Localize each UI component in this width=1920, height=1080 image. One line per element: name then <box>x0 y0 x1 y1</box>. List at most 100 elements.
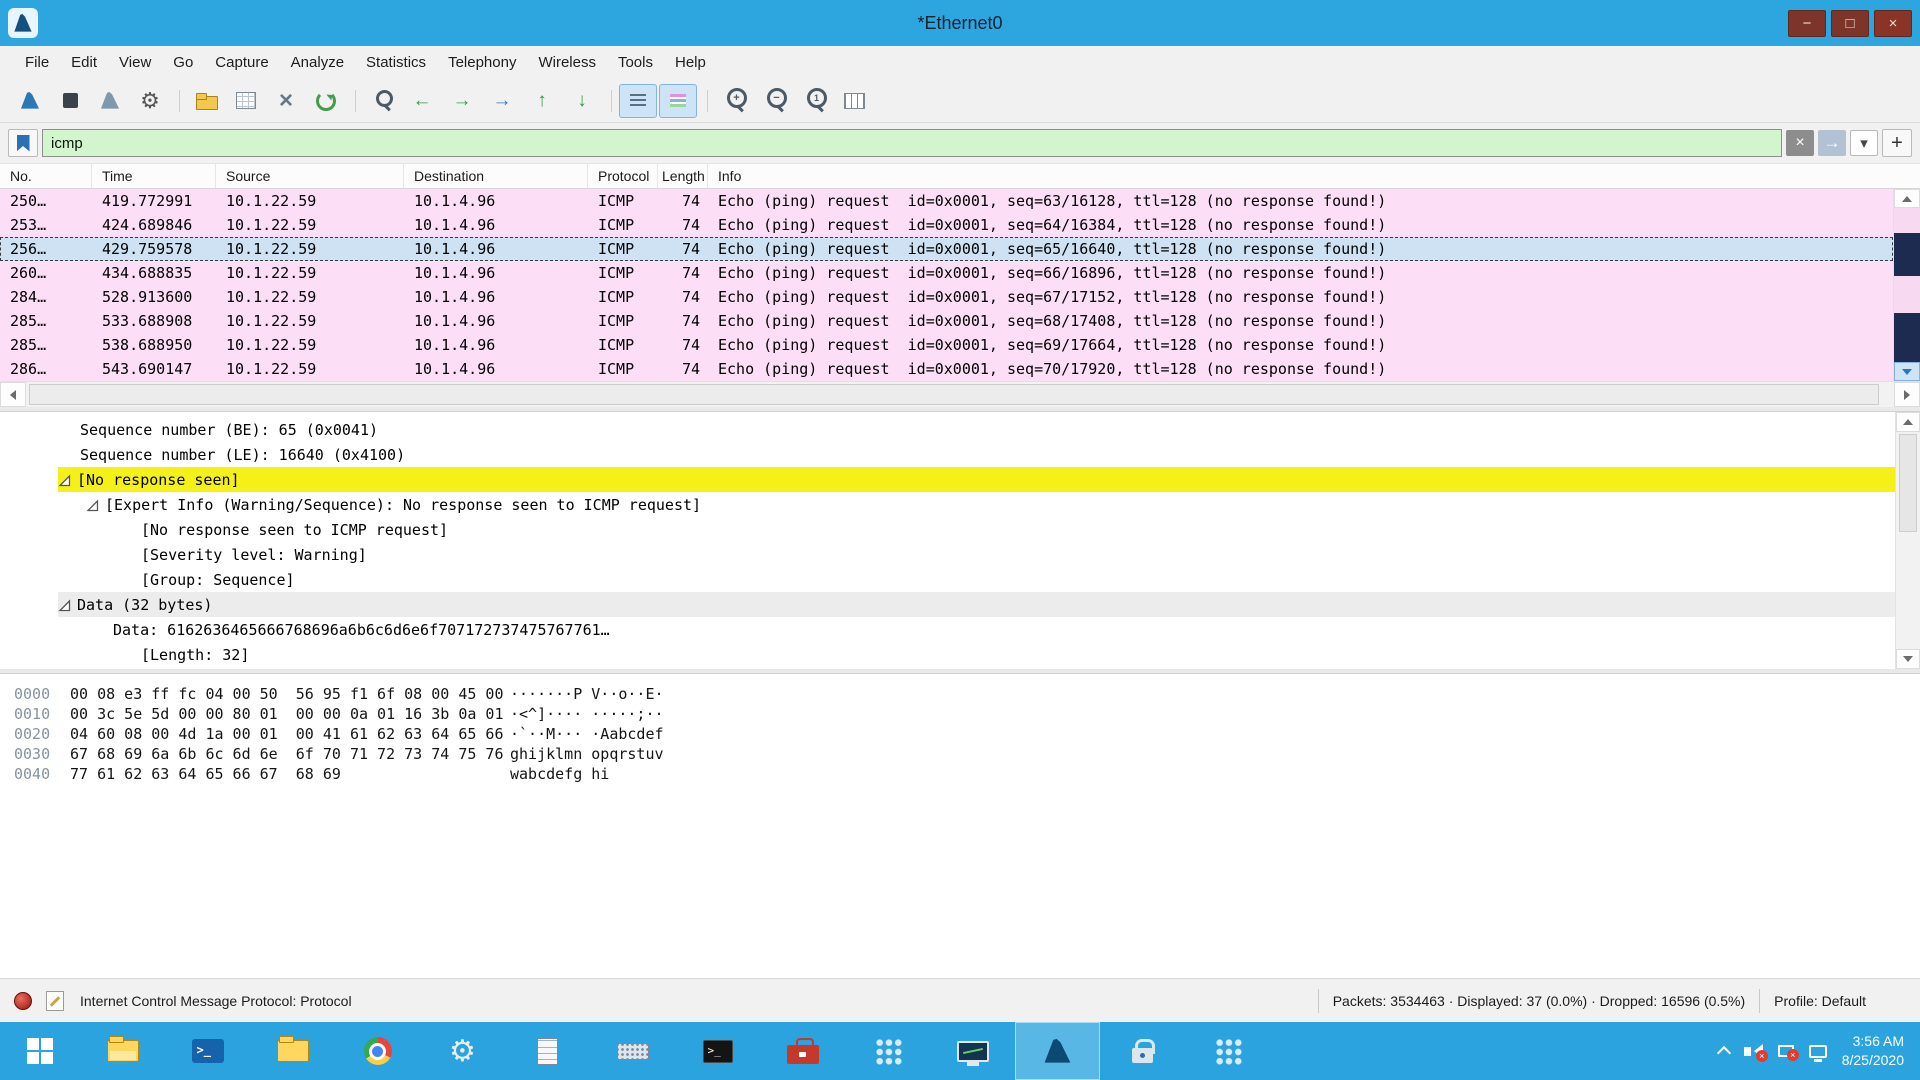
maximize-button[interactable]: □ <box>1831 10 1869 37</box>
menu-item[interactable]: Capture <box>204 46 279 79</box>
display-filter-input[interactable] <box>42 129 1782 157</box>
packet-row[interactable]: 250… 419.772991 10.1.22.59 10.1.4.96 ICM… <box>0 189 1893 213</box>
hex-row[interactable]: 0000 00 08 e3 ff fc 04 00 50 56 95 f1 6f… <box>14 684 1920 704</box>
column-header[interactable]: Protocol <box>588 164 658 188</box>
packet-row[interactable]: 286… 543.690147 10.1.22.59 10.1.4.96 ICM… <box>0 357 1893 381</box>
column-header[interactable]: Info <box>708 164 1920 188</box>
filter-dropdown-button[interactable]: ▾ <box>1850 130 1878 156</box>
hscroll-track[interactable] <box>26 382 1894 407</box>
packet-row[interactable]: 285… 538.688950 10.1.22.59 10.1.4.96 ICM… <box>0 333 1893 357</box>
menu-item[interactable]: View <box>108 46 162 79</box>
go-forward-button[interactable] <box>443 84 481 118</box>
scroll-right-button[interactable] <box>1894 382 1920 407</box>
chrome-taskbar-button[interactable] <box>335 1022 420 1080</box>
display-icon[interactable] <box>1809 1045 1827 1058</box>
network-error-icon[interactable] <box>1778 1045 1794 1057</box>
restart-capture-button[interactable] <box>91 84 129 118</box>
capture-options-button[interactable] <box>131 84 169 118</box>
detail-line[interactable]: [Expert Info (Warning/Sequence): No resp… <box>0 492 1895 517</box>
open-file-button[interactable] <box>187 84 225 118</box>
menu-item[interactable]: Telephony <box>437 46 527 79</box>
hscroll-thumb[interactable] <box>29 384 1879 405</box>
save-file-button[interactable] <box>227 84 265 118</box>
details-scrollbar[interactable] <box>1895 412 1920 669</box>
go-to-packet-button[interactable] <box>483 84 521 118</box>
capture-comment-icon[interactable] <box>46 991 64 1011</box>
auto-scroll-button[interactable] <box>619 84 657 118</box>
filter-apply-button[interactable]: → <box>1818 130 1846 156</box>
toolbox-taskbar-button[interactable] <box>760 1022 845 1080</box>
tray-expand-icon[interactable] <box>1717 1046 1731 1060</box>
scroll-down-button[interactable] <box>1894 362 1920 381</box>
close-button[interactable]: × <box>1874 10 1912 37</box>
filter-add-button[interactable]: + <box>1882 129 1912 157</box>
details-scroll-up-button[interactable] <box>1896 412 1920 432</box>
packet-row[interactable]: 284… 528.913600 10.1.22.59 10.1.4.96 ICM… <box>0 285 1893 309</box>
hex-row[interactable]: 0040 77 61 62 63 64 65 66 67 68 69 wabcd… <box>14 764 1920 784</box>
colorize-button[interactable] <box>659 84 697 118</box>
powershell-taskbar-button[interactable] <box>165 1022 250 1080</box>
notepad-taskbar-button[interactable] <box>505 1022 590 1080</box>
find-packet-button[interactable] <box>363 84 401 118</box>
menu-item[interactable]: Go <box>162 46 204 79</box>
packet-list-scrollbar[interactable] <box>1893 189 1920 381</box>
perfmon-taskbar-button[interactable] <box>930 1022 1015 1080</box>
packet-row[interactable]: 285… 533.688908 10.1.22.59 10.1.4.96 ICM… <box>0 309 1893 333</box>
menu-item[interactable]: Help <box>664 46 717 79</box>
volume-muted-icon[interactable] <box>1744 1044 1763 1058</box>
zoom-in-button[interactable] <box>715 84 753 118</box>
settings-taskbar-button[interactable] <box>420 1022 505 1080</box>
go-back-button[interactable] <box>403 84 441 118</box>
detail-line[interactable]: [Length: 32] <box>0 642 1895 667</box>
menu-item[interactable]: Wireless <box>527 46 607 79</box>
hex-row[interactable]: 0030 67 68 69 6a 6b 6c 6d 6e 6f 70 71 72… <box>14 744 1920 764</box>
column-header[interactable]: Length <box>658 164 708 188</box>
packet-row[interactable]: 256… 429.759578 10.1.22.59 10.1.4.96 ICM… <box>0 237 1893 261</box>
menu-item[interactable]: Analyze <box>280 46 355 79</box>
menu-item[interactable]: Edit <box>60 46 108 79</box>
menu-item[interactable]: Tools <box>607 46 664 79</box>
filter-bookmark-button[interactable] <box>8 129 38 157</box>
reload-file-button[interactable] <box>307 84 345 118</box>
packet-minimap[interactable] <box>1894 208 1920 362</box>
details-scroll-thumb[interactable] <box>1899 434 1917 532</box>
taskbar-clock[interactable]: 3:56 AM 8/25/2020 <box>1842 1032 1904 1070</box>
start-button[interactable] <box>0 1022 80 1080</box>
expert-info-icon[interactable] <box>14 992 32 1010</box>
resize-columns-button[interactable] <box>835 84 873 118</box>
detail-line[interactable]: Data (32 bytes) <box>0 592 1895 617</box>
column-header[interactable]: Time <box>92 164 216 188</box>
next-packet-button[interactable] <box>563 84 601 118</box>
zoom-reset-button[interactable] <box>795 84 833 118</box>
detail-line[interactable]: [No response seen to ICMP request] <box>0 517 1895 542</box>
menu-item[interactable]: Statistics <box>355 46 437 79</box>
start-capture-button[interactable] <box>11 84 49 118</box>
expander-icon[interactable] <box>58 473 71 486</box>
cmd-taskbar-button[interactable] <box>675 1022 760 1080</box>
close-file-button[interactable] <box>267 84 305 118</box>
packet-row[interactable]: 253… 424.689846 10.1.22.59 10.1.4.96 ICM… <box>0 213 1893 237</box>
lock-taskbar-button[interactable] <box>1100 1022 1185 1080</box>
expander-icon[interactable] <box>58 598 71 611</box>
menu-item[interactable]: File <box>14 46 60 79</box>
detail-line[interactable]: [No response seen] <box>0 467 1895 492</box>
stop-capture-button[interactable] <box>51 84 89 118</box>
column-header[interactable]: Source <box>216 164 404 188</box>
filter-clear-button[interactable]: × <box>1786 130 1814 156</box>
detail-line[interactable]: Sequence number (BE): 65 (0x0041) <box>0 417 1895 442</box>
detail-line[interactable]: Sequence number (LE): 16640 (0x4100) <box>0 442 1895 467</box>
detail-line[interactable]: [Group: Sequence] <box>0 567 1895 592</box>
minimize-button[interactable]: − <box>1788 10 1826 37</box>
horizontal-scrollbar[interactable] <box>0 381 1920 407</box>
file-explorer-taskbar-button[interactable] <box>80 1022 165 1080</box>
hex-row[interactable]: 0020 04 60 08 00 4d 1a 00 01 00 41 61 62… <box>14 724 1920 744</box>
detail-line[interactable]: [Severity level: Warning] <box>0 542 1895 567</box>
devices-taskbar-button[interactable] <box>590 1022 675 1080</box>
expander-icon[interactable] <box>86 498 99 511</box>
previous-packet-button[interactable] <box>523 84 561 118</box>
column-header[interactable]: Destination <box>404 164 588 188</box>
column-header[interactable]: No. <box>0 164 92 188</box>
detail-line[interactable]: Data: 6162636465666768696a6b6c6d6e6f7071… <box>0 617 1895 642</box>
scroll-left-button[interactable] <box>0 382 26 407</box>
hex-row[interactable]: 0010 00 3c 5e 5d 00 00 80 01 00 00 0a 01… <box>14 704 1920 724</box>
